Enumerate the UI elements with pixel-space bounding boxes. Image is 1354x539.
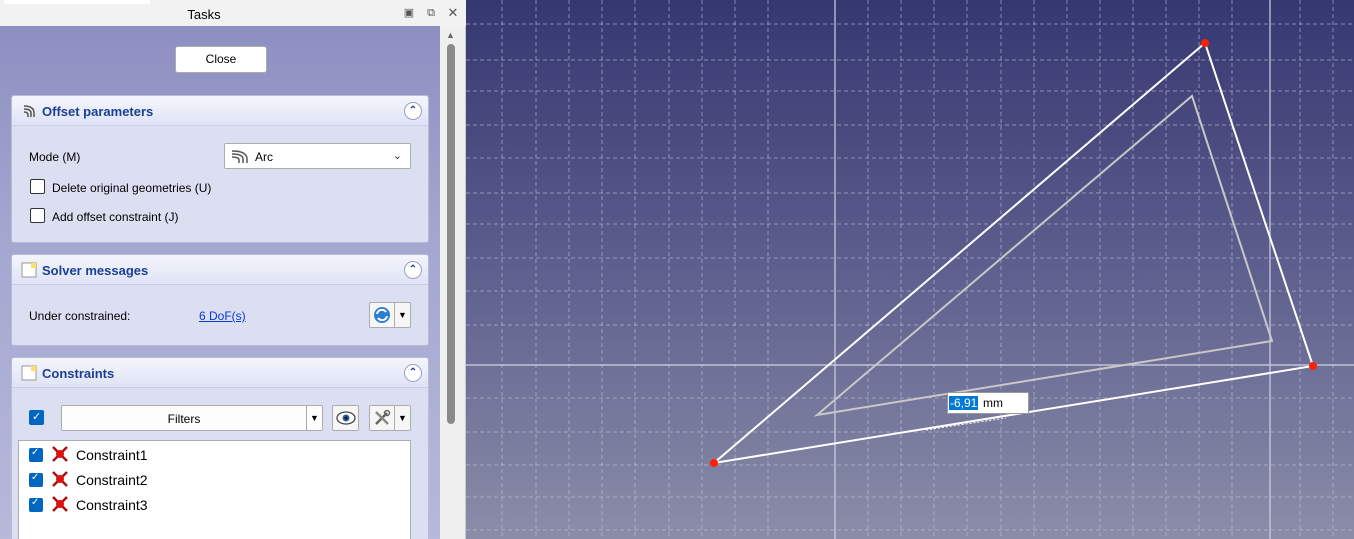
dof-link[interactable]: 6 DoF(s) [199, 309, 246, 323]
constraint-checkbox[interactable] [29, 472, 43, 487]
close-icon[interactable]: ✕ [446, 6, 460, 20]
mode-label: Mode (M) [29, 150, 81, 164]
eye-icon [336, 411, 356, 425]
task-content: Close Offset parameters ⌃ Mode (M) Arc ⌄… [0, 26, 440, 539]
solver-messages-header[interactable]: Solver messages ⌃ [12, 255, 428, 285]
solver-messages-title: Solver messages [42, 263, 149, 278]
offset-triangle [813, 94, 1274, 417]
filters-label: Filters [167, 412, 201, 426]
mode-value: Arc [255, 150, 273, 164]
constraint-checkbox[interactable] [29, 497, 43, 512]
scroll-up-icon[interactable]: ▲ [446, 30, 455, 40]
grid [466, 0, 1354, 539]
offset-parameters-header[interactable]: Offset parameters ⌃ [12, 96, 428, 126]
coincident-constraint-icon [52, 446, 68, 462]
offset-parameters-title: Offset parameters [42, 104, 154, 119]
restore-icon[interactable]: ▣ [402, 6, 416, 20]
constraint-label: Constraint3 [76, 497, 148, 513]
arc-mode-icon [231, 150, 248, 163]
tasks-title: Tasks [187, 7, 221, 22]
visibility-button[interactable] [332, 405, 359, 431]
delete-original-checkbox[interactable] [30, 179, 45, 194]
settings-button[interactable]: ▼ [369, 405, 411, 431]
constraints-title: Constraints [42, 366, 115, 381]
float-icon[interactable]: ⧉ [424, 6, 438, 20]
solver-icon [21, 262, 37, 278]
tab-stub [4, 0, 150, 4]
offset-distance-value[interactable]: -6,91 [949, 396, 979, 410]
refresh-icon [374, 307, 390, 323]
offset-parameters-group: Offset parameters ⌃ Mode (M) Arc ⌄ Delet… [11, 95, 429, 243]
sketch-canvas[interactable] [466, 0, 1354, 539]
tasks-titlebar: Tasks ▣ ⧉ ✕ [0, 0, 466, 26]
refresh-button[interactable]: ▼ [369, 302, 411, 328]
coincident-constraint-icon [52, 471, 68, 487]
collapse-icon[interactable]: ⌃ [404, 364, 422, 382]
dimension-line [925, 417, 1007, 431]
scrollbar[interactable]: ▲ [442, 26, 462, 539]
3d-viewport[interactable]: -6,91 mm [466, 0, 1354, 539]
dropdown-arrow-icon[interactable]: ▼ [306, 406, 322, 430]
constraints-icon [21, 365, 37, 381]
vertex-point [1201, 39, 1209, 47]
collapse-icon[interactable]: ⌃ [404, 261, 422, 279]
filters-select[interactable]: Filters ▼ [61, 405, 323, 431]
coincident-constraint-icon [52, 496, 68, 512]
delete-original-label: Delete original geometries (U) [52, 181, 212, 195]
constraint-list: Constraint1 Constraint2 Constraint3 [18, 440, 411, 539]
dropdown-arrow-icon[interactable]: ▼ [394, 406, 410, 430]
chevron-down-icon: ⌄ [392, 150, 402, 162]
vertex-point [1309, 362, 1317, 370]
constraint-label: Constraint2 [76, 472, 148, 488]
offset-distance-unit: mm [983, 396, 1003, 410]
select-all-checkbox[interactable] [29, 410, 44, 425]
collapse-icon[interactable]: ⌃ [404, 102, 422, 120]
main-axes [466, 0, 1354, 539]
add-offset-constraint-label: Add offset constraint (J) [52, 210, 179, 224]
constraint-checkbox[interactable] [29, 447, 43, 462]
tasks-panel: Tasks ▣ ⧉ ✕ Close Offset parameters ⌃ Mo… [0, 0, 466, 539]
solver-messages-group: Solver messages ⌃ Under constrained: 6 D… [11, 254, 429, 346]
under-constrained-label: Under constrained: [29, 309, 131, 323]
offset-distance-input[interactable]: -6,91 mm [947, 392, 1029, 414]
scrollbar-thumb[interactable] [447, 44, 455, 424]
close-button[interactable]: Close [175, 46, 267, 73]
constraint-label: Constraint1 [76, 447, 148, 463]
offset-icon [23, 105, 35, 117]
constraints-header[interactable]: Constraints ⌃ [12, 358, 428, 388]
add-offset-constraint-checkbox[interactable] [30, 208, 45, 223]
mode-select[interactable]: Arc ⌄ [224, 143, 411, 169]
dropdown-arrow-icon[interactable]: ▼ [394, 303, 410, 327]
tools-icon [375, 409, 391, 425]
vertex-point [710, 459, 718, 467]
